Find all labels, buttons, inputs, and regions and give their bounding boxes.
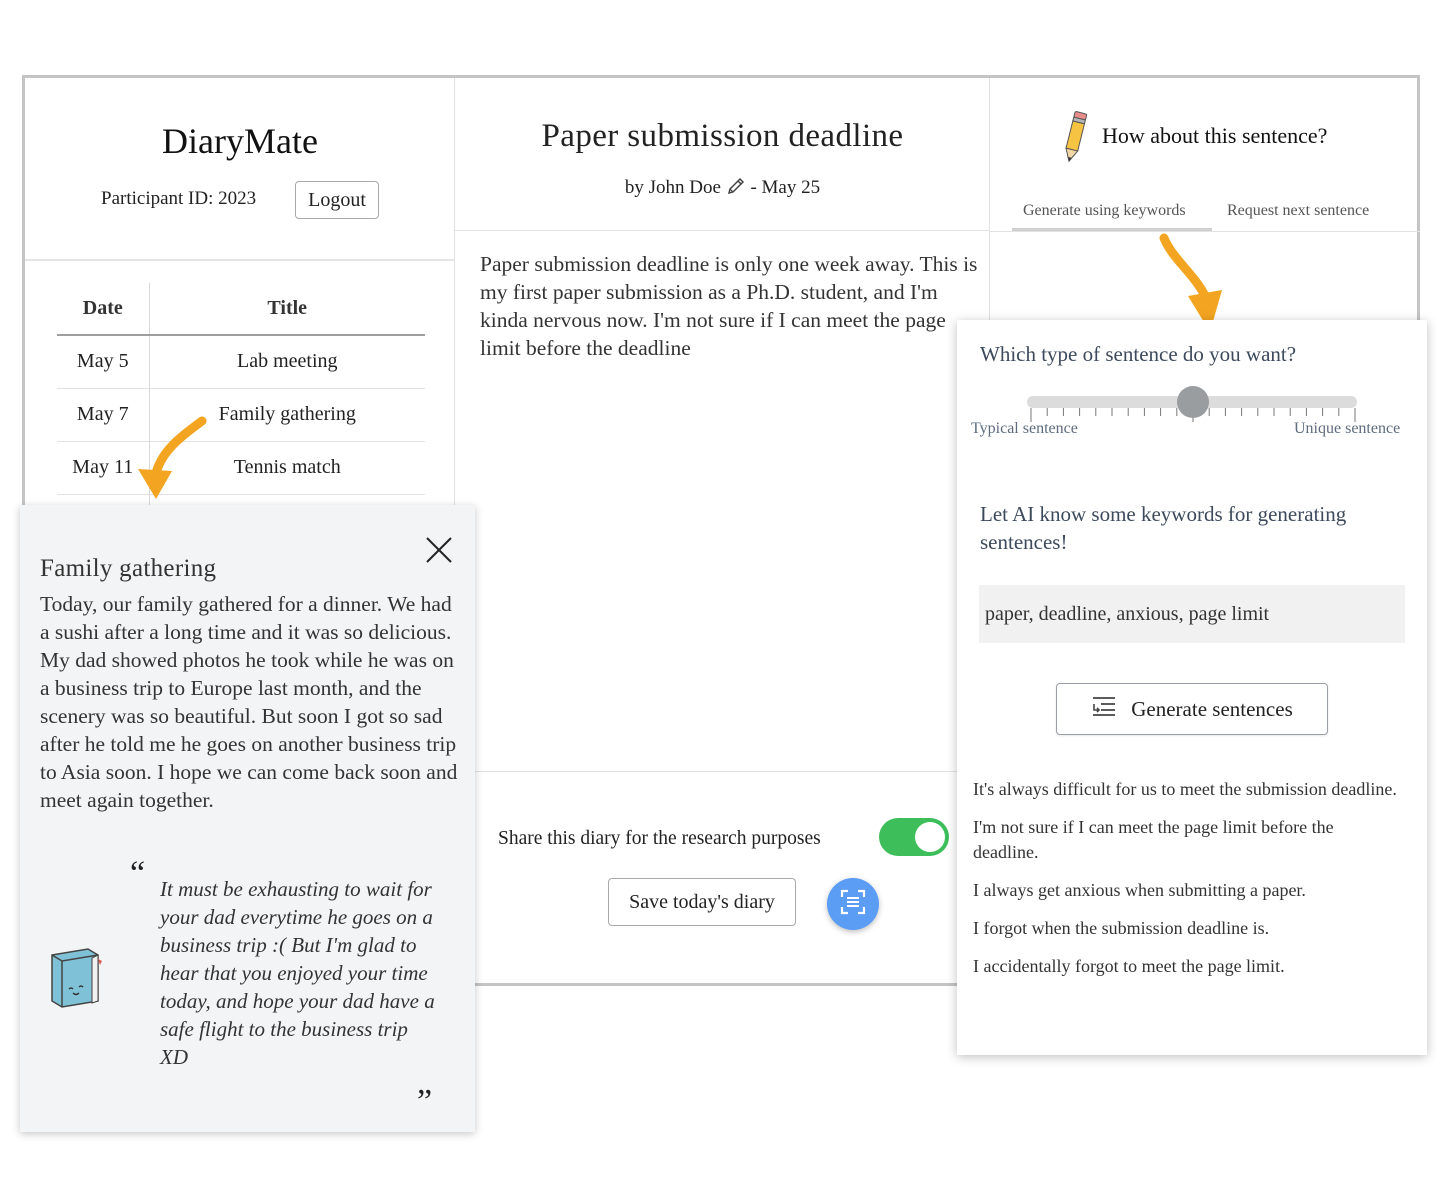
entry-title[interactable]: Paper submission deadline — [455, 118, 990, 155]
scan-icon — [839, 888, 867, 920]
diary-editor: Paper submission deadline by John Doe - … — [455, 78, 990, 986]
generate-sentences-button[interactable]: Generate sentences — [1056, 683, 1328, 735]
quote-open-mark: “ — [130, 855, 146, 892]
divider — [25, 259, 455, 261]
table-row[interactable]: May 7 Family gathering — [57, 388, 425, 442]
pencil-icon[interactable] — [726, 176, 746, 202]
arrow-to-popup-icon — [138, 416, 207, 499]
active-tab-indicator — [1012, 228, 1212, 231]
generated-sentence[interactable]: I accidentally forgot to meet the page l… — [973, 954, 1403, 979]
diary-preview-popup: Family gathering Today, our family gathe… — [20, 505, 475, 1132]
close-icon[interactable] — [424, 535, 454, 565]
generated-sentence[interactable]: I forgot when the submission deadline is… — [973, 916, 1403, 941]
logout-button[interactable]: Logout — [295, 181, 379, 219]
generated-sentence[interactable]: I always get anxious when submitting a p… — [973, 878, 1403, 903]
tab-request-next-sentence[interactable]: Request next sentence — [1227, 202, 1369, 220]
share-label: Share this diary for the research purpos… — [498, 828, 821, 849]
book-mascot-icon — [48, 945, 104, 1013]
suggestion-heading: How about this sentence? — [1102, 123, 1328, 148]
ai-comment: It must be exhausting to wait for your d… — [160, 877, 435, 1069]
tab-generate-using-keywords[interactable]: Generate using keywords — [1023, 202, 1186, 220]
slider-thumb[interactable] — [1177, 386, 1209, 418]
diary-text-area[interactable]: Paper submission deadline is only one we… — [480, 250, 980, 362]
pencil-emoji-icon — [1060, 108, 1090, 170]
column-header-date: Date — [57, 283, 150, 336]
participant-id: Participant ID: 2023 — [101, 188, 257, 209]
keywords-input[interactable] — [979, 585, 1405, 643]
scan-button[interactable] — [827, 878, 879, 930]
divider — [475, 771, 990, 772]
slider-label-unique: Unique sentence — [1294, 420, 1401, 437]
table-row[interactable]: May 5 Lab meeting — [57, 335, 425, 389]
row-title[interactable]: Lab meeting — [149, 335, 425, 389]
divider — [475, 983, 990, 986]
keywords-prompt: Let AI know some keywords for generating… — [980, 502, 1347, 554]
byline-date: - May 25 — [750, 177, 821, 198]
divider — [455, 230, 990, 231]
share-toggle[interactable] — [879, 818, 949, 856]
toggle-knob — [915, 822, 945, 852]
table-header-row: Date Title — [57, 283, 425, 336]
byline-author: by John Doe — [624, 177, 721, 198]
save-diary-button[interactable]: Save today's diary — [608, 878, 796, 926]
sentence-generator-panel: Which type of sentence do you want? Typi… — [957, 320, 1427, 1055]
app-title: DiaryMate — [162, 121, 318, 161]
row-date: May 5 — [57, 335, 150, 389]
generated-sentence[interactable]: I'm not sure if I can meet the page limi… — [973, 815, 1403, 865]
table-row[interactable]: May 11 Tennis match — [57, 441, 425, 495]
byline: by John Doe - May 25 — [455, 176, 990, 202]
generate-lines-icon — [1091, 695, 1117, 723]
generated-sentences-list: It's always difficult for us to meet the… — [973, 777, 1403, 992]
sentence-type-question: Which type of sentence do you want? — [980, 342, 1297, 366]
generated-sentence[interactable]: It's always difficult for us to meet the… — [973, 777, 1403, 802]
popup-diary-text: Today, our family gathered for a dinner.… — [40, 592, 458, 812]
quote-close-mark: ” — [417, 1083, 433, 1120]
generate-sentences-label: Generate sentences — [1131, 696, 1293, 721]
slider-label-typical: Typical sentence — [971, 420, 1078, 437]
column-header-title: Title — [149, 283, 425, 336]
popup-title: Family gathering — [40, 555, 217, 582]
